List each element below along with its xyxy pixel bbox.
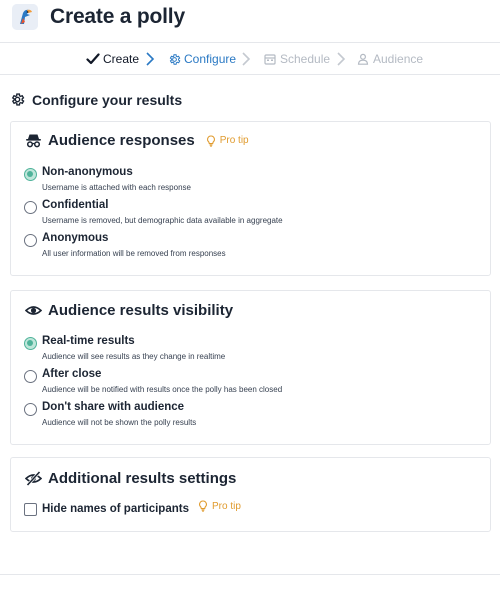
pro-tip-link[interactable]: Pro tip (205, 134, 249, 147)
option-description: Audience will see results as they change… (42, 352, 226, 361)
option-label: Real-time results (42, 335, 135, 347)
radio-button[interactable] (24, 370, 37, 383)
chevron-right-icon (146, 52, 155, 66)
pro-tip-link[interactable]: Pro tip (197, 500, 241, 512)
radio-button[interactable] (24, 201, 37, 214)
step-label: Configure (184, 52, 237, 66)
radio-option-non-anonymous[interactable]: Non-anonymous Username is attached with … (24, 166, 474, 196)
pro-tip-label: Pro tip (211, 500, 241, 512)
radio-button[interactable] (24, 234, 37, 247)
radio-button[interactable] (24, 168, 37, 181)
radio-option-anonymous[interactable]: Anonymous All user information will be r… (24, 232, 474, 262)
radio-option-dont-share[interactable]: Don't share with audience Audience will … (24, 401, 474, 431)
card-title: Additional results settings (25, 470, 236, 487)
card-title-text: Audience results visibility (48, 302, 234, 319)
chevron-right-icon (337, 52, 346, 66)
radio-option-confidential[interactable]: Confidential Username is removed, but de… (24, 199, 474, 229)
card-title: Audience responses Pro tip (25, 132, 249, 149)
pro-tip-label: Pro tip (219, 135, 249, 146)
page-title: Create a polly (50, 5, 185, 28)
card-title: Audience results visibility (25, 302, 233, 319)
option-label: Non-anonymous (42, 166, 133, 178)
footer-divider (0, 574, 500, 575)
option-description: Username is attached with each response (42, 183, 191, 192)
section-title-text: Configure your results (32, 92, 183, 108)
results-visibility-card: Audience results visibility Real-time re… (10, 290, 491, 445)
eye-slash-icon (25, 470, 42, 487)
lightbulb-icon (197, 500, 209, 512)
step-configure[interactable]: Configure (167, 43, 236, 75)
user-icon (356, 52, 370, 66)
radio-option-real-time[interactable]: Real-time results Audience will see resu… (24, 335, 474, 365)
step-label: Create (103, 52, 140, 66)
option-description: Username is removed, but demographic dat… (42, 216, 283, 225)
option-description: Audience will not be shown the polly res… (42, 418, 197, 427)
radio-option-after-close[interactable]: After close Audience will be notified wi… (24, 368, 474, 398)
audience-responses-card: Audience responses Pro tip Non-anonymous… (10, 121, 491, 276)
radio-button[interactable] (24, 403, 37, 416)
additional-settings-card: Additional results settings Hide names o… (10, 457, 491, 532)
checkbox-label-text: Hide names of participants (42, 503, 189, 515)
option-description: Audience will be notified with results o… (42, 385, 283, 394)
option-label: Anonymous (42, 232, 109, 244)
step-schedule[interactable]: Schedule (263, 43, 330, 75)
option-description: All user information will be removed fro… (42, 249, 226, 258)
eye-icon (25, 302, 42, 319)
section-title: Configure your results (10, 92, 182, 108)
step-audience[interactable]: Audience (356, 43, 423, 75)
option-label: Don't share with audience (42, 401, 185, 413)
gear-icon (10, 92, 26, 108)
card-title-text: Additional results settings (48, 470, 237, 487)
wizard-stepper: Create Configure Schedule Audience (0, 42, 500, 75)
lightbulb-icon (205, 134, 217, 147)
incognito-icon (25, 132, 42, 149)
card-title-text: Audience responses (48, 132, 195, 149)
hide-names-label[interactable]: Hide names of participants Pro tip (42, 500, 241, 515)
gear-icon (167, 52, 181, 66)
option-label: Confidential (42, 199, 109, 211)
radio-button[interactable] (24, 337, 37, 350)
chevron-right-icon (242, 52, 251, 66)
check-icon (86, 52, 100, 66)
polly-logo-icon (12, 4, 38, 30)
step-label: Schedule (280, 52, 331, 66)
calendar-icon (263, 52, 277, 66)
step-create[interactable]: Create (86, 43, 139, 75)
step-label: Audience (373, 52, 424, 66)
hide-names-checkbox[interactable] (24, 503, 37, 516)
option-label: After close (42, 368, 102, 380)
app-header: Create a polly (0, 0, 500, 42)
